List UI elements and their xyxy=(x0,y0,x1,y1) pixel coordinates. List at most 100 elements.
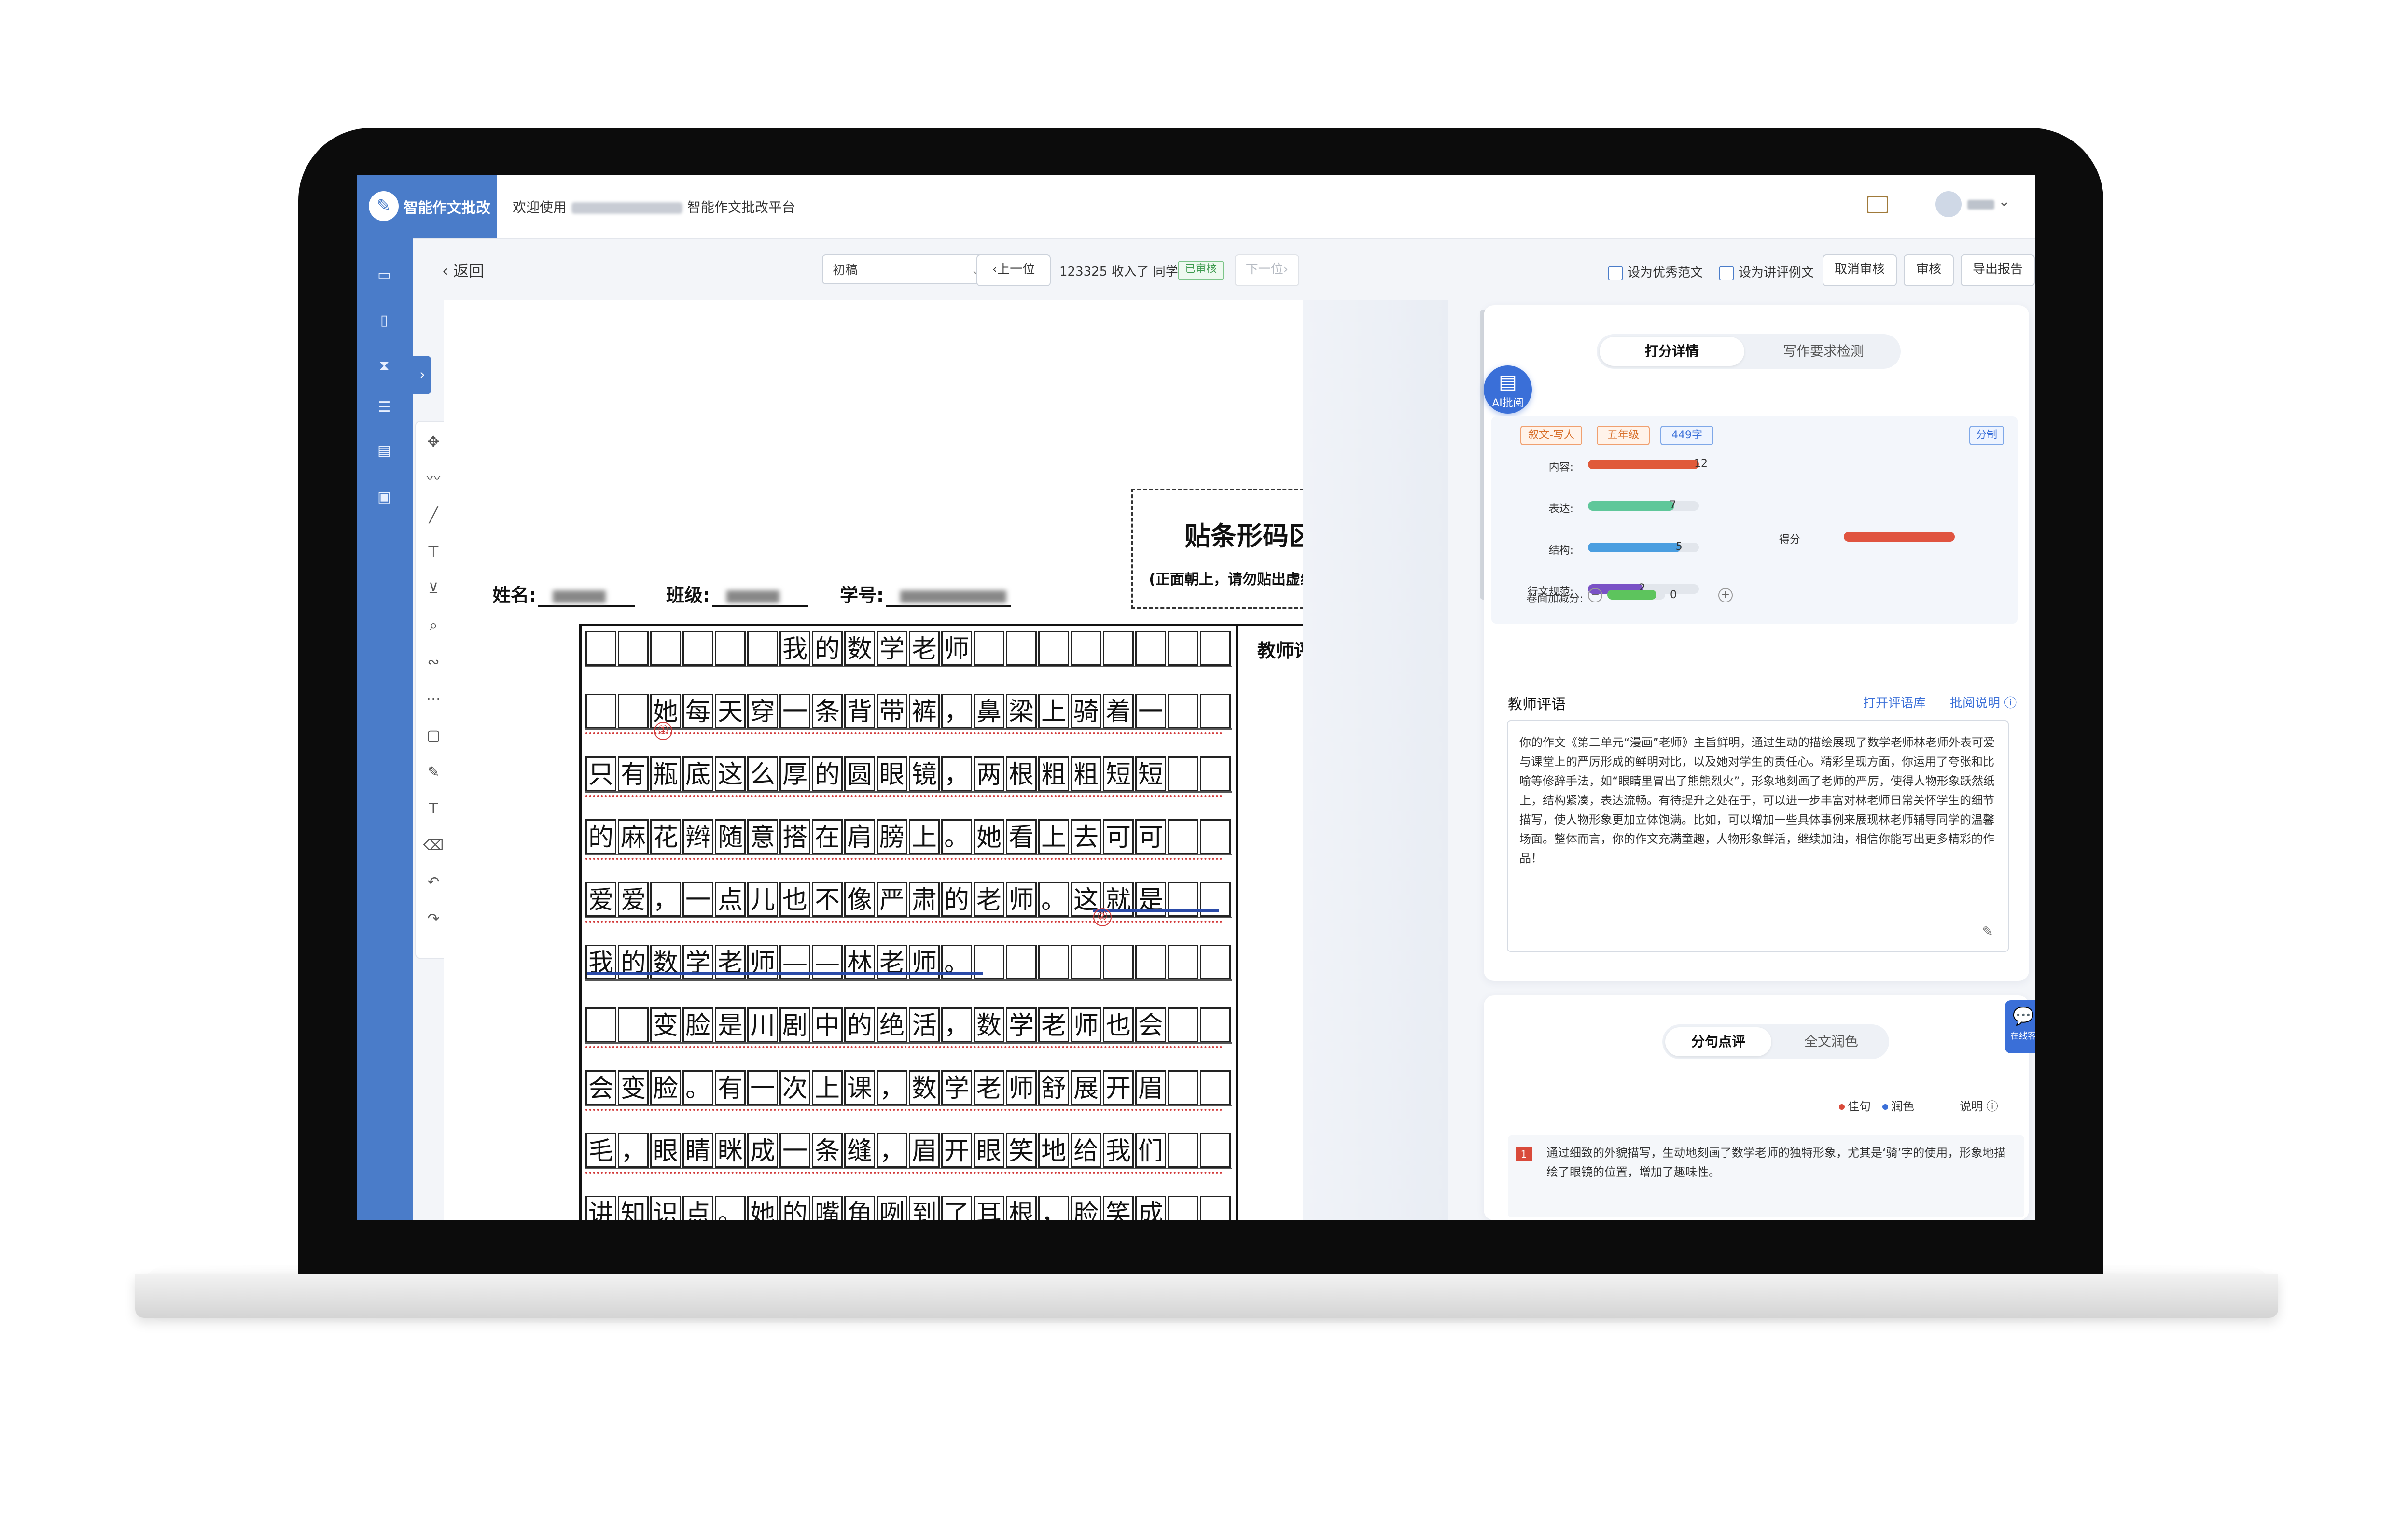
document-icon[interactable]: ▯ xyxy=(374,310,395,331)
sentence-tabs: 分句点评 全文润色 xyxy=(1662,1024,1889,1059)
grid-cell xyxy=(1200,1007,1231,1042)
grid-cell xyxy=(747,631,778,666)
grid-cell: 条 xyxy=(812,694,843,728)
grid-cell: 会 xyxy=(1135,1007,1166,1042)
grid-cell: 师 xyxy=(941,631,972,666)
grid-cell: 的 xyxy=(779,1196,810,1220)
grid-cell xyxy=(1038,945,1069,979)
grid-cell xyxy=(1006,945,1037,979)
score-item-value: 7 xyxy=(1669,499,1676,511)
list-icon[interactable]: ☰ xyxy=(374,397,395,418)
name-line xyxy=(538,588,635,607)
move-icon[interactable]: ✥ xyxy=(423,432,444,453)
score-tabs: 打分详情 写作要求检测 xyxy=(1597,334,1901,369)
edit-icon[interactable]: ✎ xyxy=(1982,922,1993,941)
score-item-bar-fill xyxy=(1588,543,1681,552)
underline-icon[interactable]: ⊤ xyxy=(423,542,444,563)
grid-cell: 圆 xyxy=(844,756,875,791)
legend-good-label: 佳句 xyxy=(1848,1100,1871,1113)
monitor-icon[interactable]: ▭ xyxy=(374,265,395,286)
grid-cell: 两 xyxy=(974,756,1004,791)
back-button[interactable]: ‹ 返回 xyxy=(442,259,484,281)
grid-cell: 数 xyxy=(844,631,875,666)
avatar[interactable] xyxy=(1935,191,1962,217)
report-icon[interactable]: ▤ xyxy=(374,440,395,462)
grid-cell: 有 xyxy=(715,1070,746,1105)
grid-cell: 的 xyxy=(812,756,843,791)
export-report-button[interactable]: 导出报告 xyxy=(1961,254,2035,286)
grid-cell: 是 xyxy=(715,1007,746,1042)
tab-score-detail[interactable]: 打分详情 xyxy=(1600,337,1744,366)
tab-sentence-review[interactable]: 分句点评 xyxy=(1665,1027,1771,1056)
grid-cell: 一 xyxy=(779,1133,810,1168)
review-guide-label: 批阅说明 xyxy=(1950,696,2001,711)
grid-cell: 学 xyxy=(1006,1007,1037,1042)
paper-gutter xyxy=(1303,300,1448,1220)
redo-icon[interactable]: ↷ xyxy=(423,909,444,930)
grid-cell: 也 xyxy=(1103,1007,1134,1042)
grid-cell: 在 xyxy=(812,819,843,854)
grade-tag: 五年级 xyxy=(1597,426,1650,445)
eraser-icon[interactable]: ⌫ xyxy=(423,835,444,856)
grid-cell: 。 xyxy=(715,1196,746,1220)
pen-icon[interactable]: ✎ xyxy=(423,762,444,783)
wave-line-icon[interactable]: 〰 xyxy=(423,468,444,490)
grid-cell: 开 xyxy=(1103,1070,1134,1105)
excellent-checkbox[interactable]: 设为优秀范文 xyxy=(1608,263,1703,280)
grid-cell: 眉 xyxy=(1135,1070,1166,1105)
review-guide-link[interactable]: 批阅说明 ⓘ xyxy=(1950,693,2017,711)
line-icon[interactable]: ╱ xyxy=(423,505,444,526)
grid-row-divider xyxy=(585,666,1232,667)
draft-select[interactable]: 初稿⌄ xyxy=(822,254,991,284)
teacher-comment-textarea[interactable]: 你的作文《第二单元“漫画”老师》主旨鲜明，通过生动的描绘展现了数学老师林老师外表… xyxy=(1507,720,2009,952)
grid-cell xyxy=(1168,1007,1198,1042)
checkbox-box[interactable] xyxy=(1719,266,1734,280)
review-button[interactable]: 审核 xyxy=(1904,254,1954,286)
rectangle-icon[interactable]: ▢ xyxy=(423,725,444,746)
tab-full-polish[interactable]: 全文润色 xyxy=(1778,1027,1884,1056)
ai-review-badge[interactable]: ▤ AI批阅 xyxy=(1484,365,1532,414)
grid-cell: 像 xyxy=(844,882,875,917)
legend-explain[interactable]: 说明 ⓘ xyxy=(1960,1097,1998,1114)
next-student-button[interactable]: 下一位› xyxy=(1235,254,1299,286)
cancel-review-button[interactable]: 取消审核 xyxy=(1823,254,1897,286)
legend-polish: 润色 xyxy=(1882,1097,1914,1114)
open-comment-library-link[interactable]: 打开评语库 xyxy=(1863,693,1926,711)
share-button[interactable]: 分制 xyxy=(1969,426,2004,445)
text-icon[interactable]: T xyxy=(423,798,444,820)
plus-icon[interactable]: + xyxy=(1718,588,1733,602)
grid-cell xyxy=(1071,631,1101,666)
hourglass-icon[interactable]: ⧗ xyxy=(374,355,395,377)
grid-cell: 有 xyxy=(618,756,649,791)
prev-student-button[interactable]: ‹上一位 xyxy=(976,254,1051,286)
chevron-down-icon[interactable]: ⌄ xyxy=(1998,193,2010,210)
mail-icon[interactable] xyxy=(1867,196,1888,213)
lecture-checkbox[interactable]: 设为讲评例文 xyxy=(1719,263,1814,280)
expand-arrow-icon[interactable]: › xyxy=(413,356,431,394)
grid-cell: 她 xyxy=(974,819,1004,854)
checkbox-box[interactable] xyxy=(1608,266,1623,280)
sentence-comment-item[interactable]: 1 通过细致的外貌描写，生动地刻画了数学老师的独特形象，尤其是‘骑’字的使用，形… xyxy=(1508,1135,2024,1217)
grid-cell xyxy=(650,631,681,666)
online-chat-button[interactable]: 💬 在线客 xyxy=(2005,1000,2035,1053)
total-bar xyxy=(1844,532,1955,542)
polish-dot xyxy=(1882,1104,1888,1110)
score-item-value: 12 xyxy=(1694,458,1708,470)
zoom-icon[interactable]: ⌕ xyxy=(423,615,444,636)
lecture-label: 设为讲评例文 xyxy=(1739,266,1814,280)
insert-icon[interactable]: ⊻ xyxy=(423,578,444,600)
dots-icon[interactable]: ⋯ xyxy=(423,688,444,710)
tab-requirement-check[interactable]: 写作要求检测 xyxy=(1751,337,1896,366)
grid-cell: 根 xyxy=(1006,756,1037,791)
undo-icon[interactable]: ↶ xyxy=(423,872,444,893)
grid-cell xyxy=(974,631,1004,666)
grid-cell: 这 xyxy=(715,756,746,791)
grid-cell: 眼 xyxy=(650,1133,681,1168)
logo-block[interactable]: ✎ 智能作文批改 xyxy=(357,175,497,238)
form-icon[interactable]: ▣ xyxy=(374,487,395,508)
grid-cell: 到 xyxy=(909,1196,940,1220)
curve-icon[interactable]: ∾ xyxy=(423,652,444,673)
minus-icon[interactable]: − xyxy=(1588,588,1602,602)
laptop-base xyxy=(135,1274,2278,1318)
grid-cell xyxy=(1168,1133,1198,1168)
